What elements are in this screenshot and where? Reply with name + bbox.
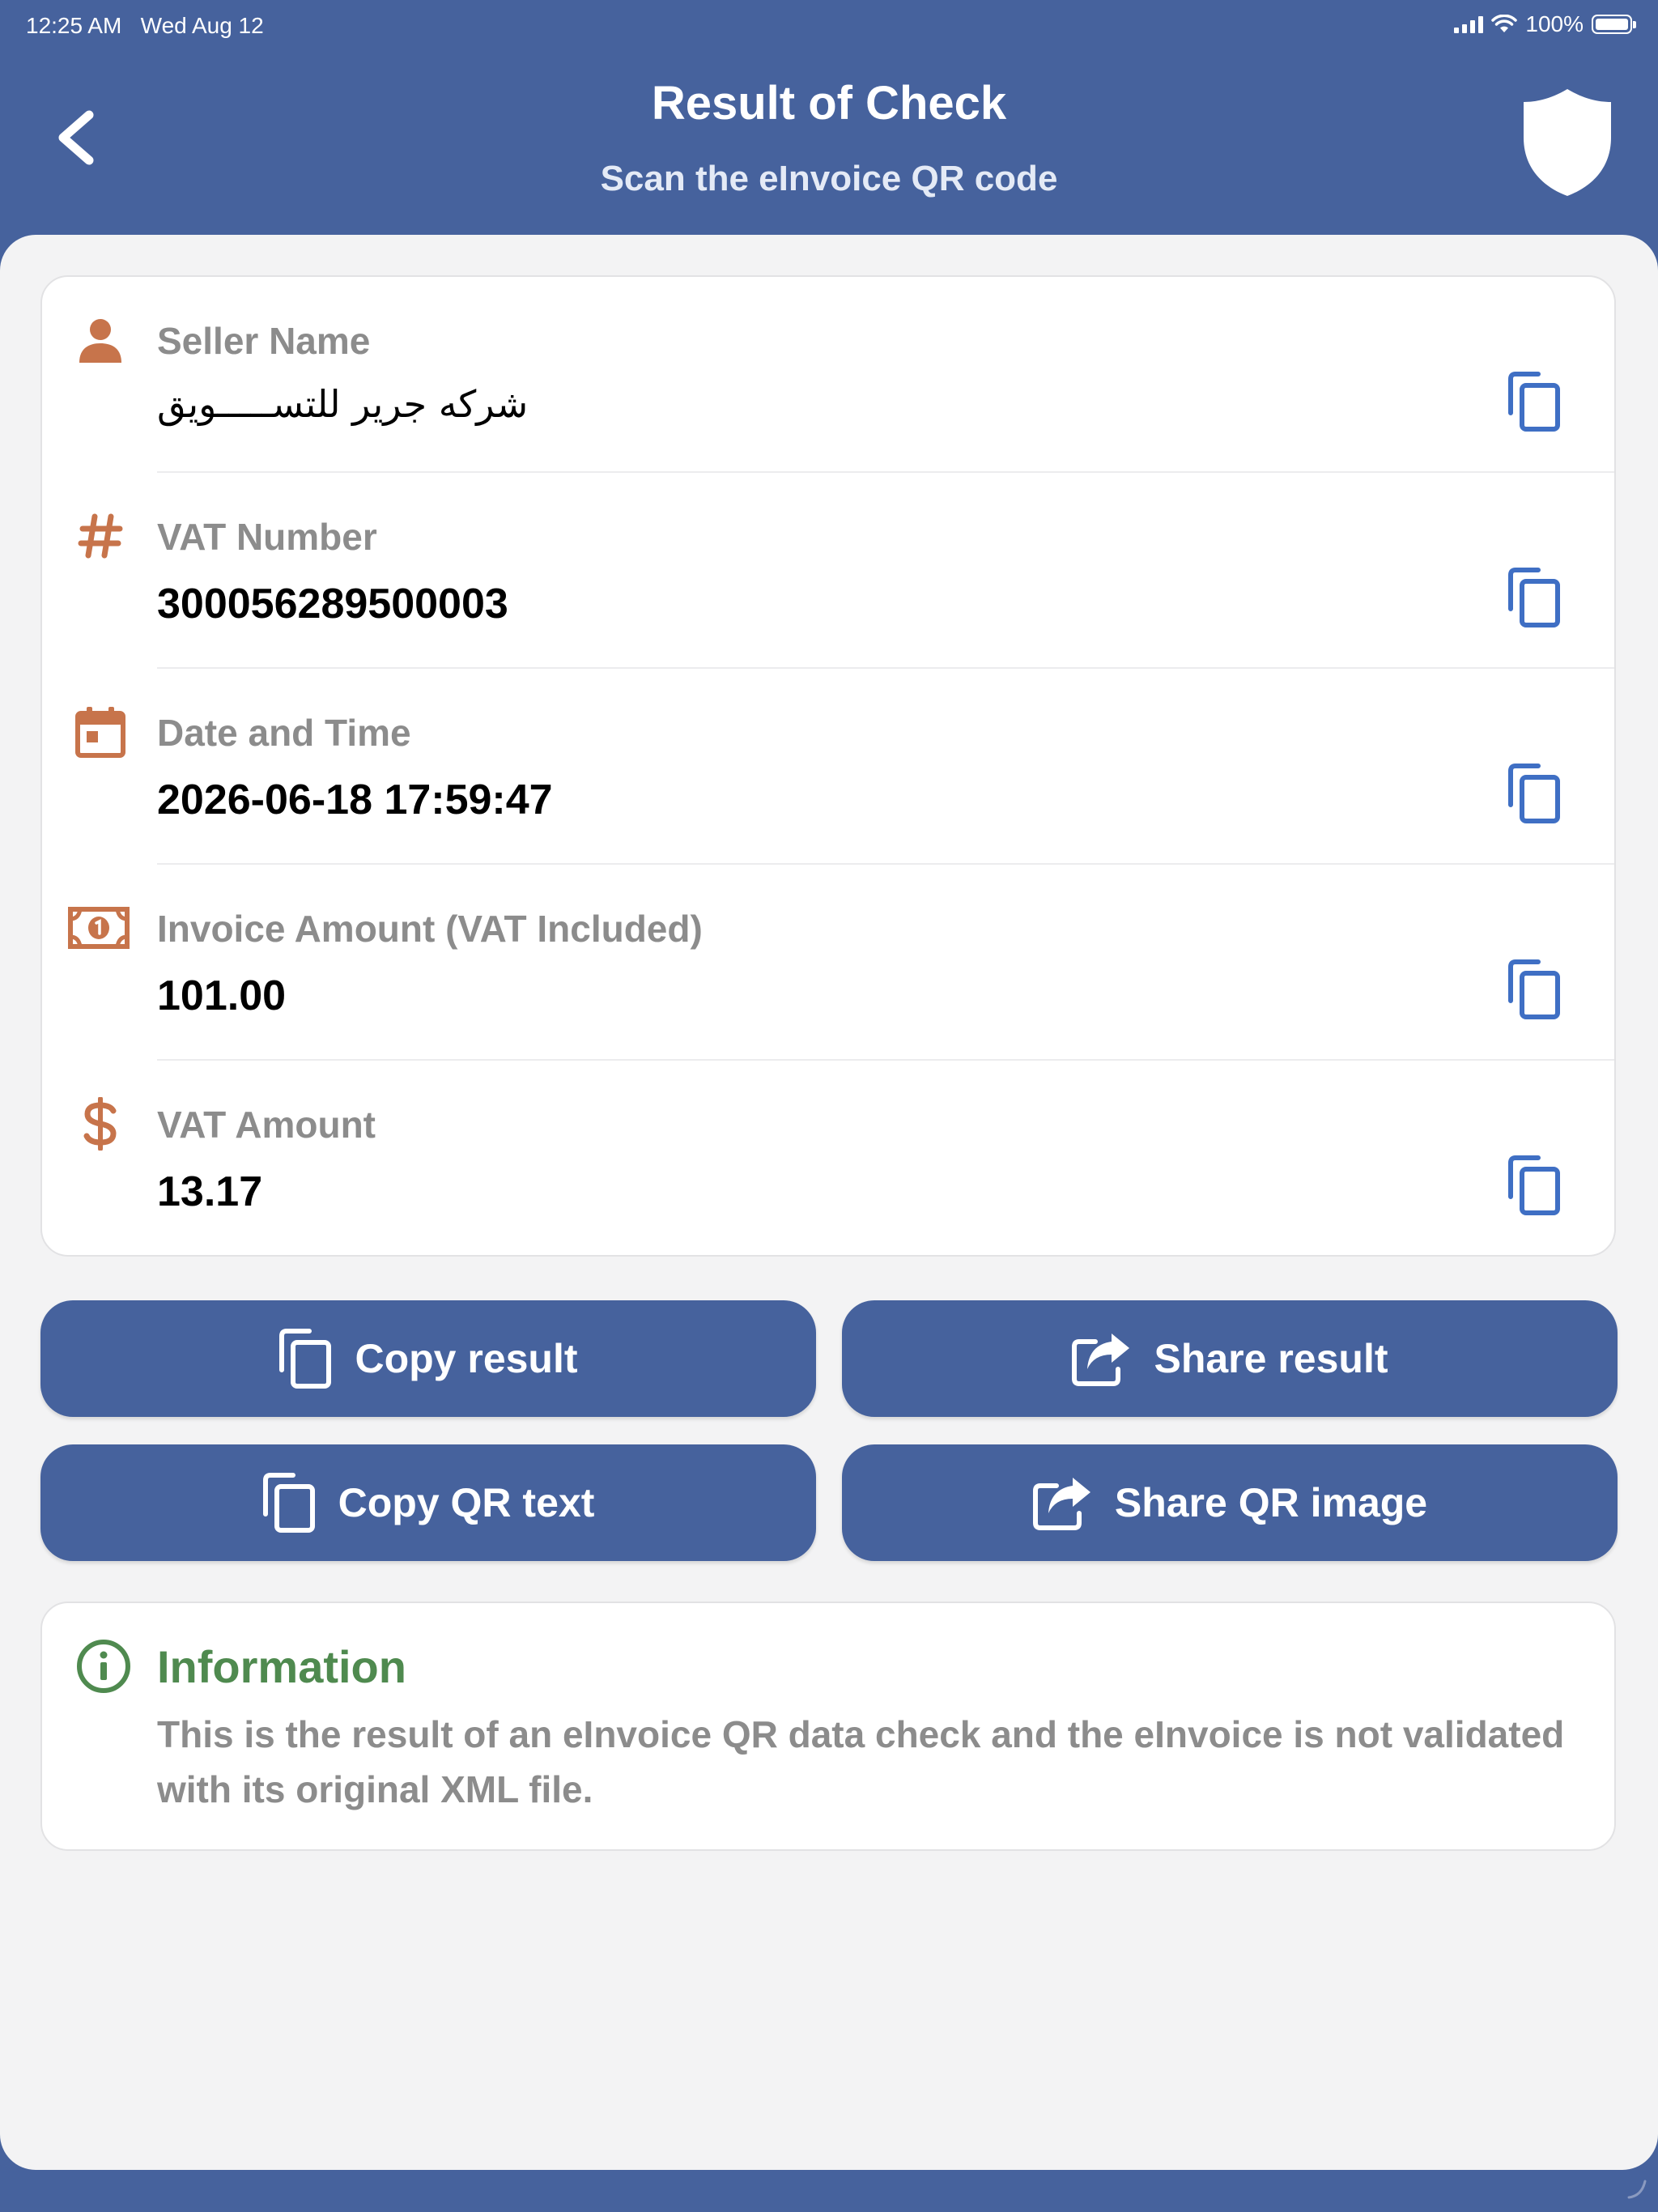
battery-icon (1592, 15, 1636, 34)
date-time-label: Date and Time (157, 712, 411, 754)
result-row-date-time: Date and Time 2026-06-18 17:59:47 (42, 669, 1614, 865)
hash-icon (73, 508, 128, 564)
date-time-value: 2026-06-18 17:59:47 (157, 776, 553, 823)
status-time: 12:25 AM Wed Aug 12 (26, 13, 264, 39)
copy-icon (1508, 764, 1560, 823)
calendar-icon (73, 704, 128, 759)
invoice-amount-label: Invoice Amount (VAT Included) (157, 908, 703, 950)
copy-icon (1508, 568, 1560, 627)
copy-vat-number-button[interactable] (1507, 567, 1562, 628)
invoice-amount-value: 101.00 (157, 972, 287, 1019)
resize-grip-icon (1627, 2180, 1647, 2199)
person-icon (73, 313, 128, 368)
page-title: Result of Check (651, 77, 1007, 130)
battery-percentage: 100% (1525, 11, 1584, 36)
vat-amount-label: VAT Amount (157, 1104, 376, 1146)
copy-qr-text-button[interactable]: Copy QR text (40, 1444, 816, 1561)
results-card: Seller Name شركه جرير للتســـــويق VAT N… (40, 275, 1616, 1257)
copy-qr-text-label: Copy QR text (338, 1480, 595, 1525)
result-row-invoice-amount: Invoice Amount (VAT Included) 101.00 (42, 865, 1614, 1061)
copy-result-label: Copy result (355, 1336, 578, 1381)
information-card: Information This is the result of an eIn… (40, 1602, 1616, 1851)
copy-icon (1508, 372, 1560, 432)
main-panel: Seller Name شركه جرير للتســـــويق VAT N… (0, 235, 1658, 2170)
vat-amount-value: 13.17 (157, 1168, 263, 1215)
shield-icon (1524, 89, 1611, 196)
copy-icon (1508, 1155, 1560, 1215)
share-qr-image-button[interactable]: Share QR image (842, 1444, 1618, 1561)
result-row-seller-name: Seller Name شركه جرير للتســـــويق (42, 277, 1614, 473)
seller-name-label: Seller Name (157, 320, 371, 362)
status-indicators: 100% (1454, 11, 1636, 37)
seller-name-value: شركه جرير للتســـــويق (157, 382, 529, 426)
copy-vat-amount-button[interactable] (1507, 1155, 1562, 1216)
vat-number-label: VAT Number (157, 516, 377, 558)
share-result-label: Share result (1154, 1336, 1388, 1381)
page-subtitle: Scan the eInvoice QR code (600, 159, 1058, 198)
share-qr-image-label: Share QR image (1114, 1480, 1428, 1525)
share-icon (1032, 1478, 1090, 1530)
information-text: This is the result of an eInvoice QR dat… (157, 1713, 1565, 1810)
copy-icon (279, 1329, 332, 1389)
copy-icon (1508, 959, 1560, 1019)
cellular-signal-icon (1454, 15, 1484, 33)
result-row-vat-amount: VAT Amount 13.17 (42, 1061, 1614, 1255)
status-time-text: 12:25 AM (26, 13, 122, 38)
money-bill-icon (68, 900, 130, 955)
share-result-button[interactable]: Share result (842, 1300, 1618, 1417)
information-title: Information (157, 1641, 406, 1692)
result-row-vat-number: VAT Number 300056289500003 (42, 473, 1614, 669)
header: Result of Check Scan the eInvoice QR cod… (0, 52, 1658, 235)
copy-seller-name-button[interactable] (1507, 371, 1562, 432)
copy-result-button[interactable]: Copy result (40, 1300, 816, 1417)
dollar-icon (73, 1096, 128, 1151)
status-bar: 12:25 AM Wed Aug 12 100% (0, 0, 1658, 52)
vat-number-value: 300056289500003 (157, 581, 508, 627)
share-icon (1072, 1334, 1130, 1386)
copy-date-time-button[interactable] (1507, 763, 1562, 824)
status-date-text: Wed Aug 12 (140, 13, 264, 38)
copy-icon (262, 1473, 315, 1533)
copy-invoice-amount-button[interactable] (1507, 959, 1562, 1020)
wifi-icon (1491, 15, 1518, 32)
info-icon (77, 1640, 130, 1693)
